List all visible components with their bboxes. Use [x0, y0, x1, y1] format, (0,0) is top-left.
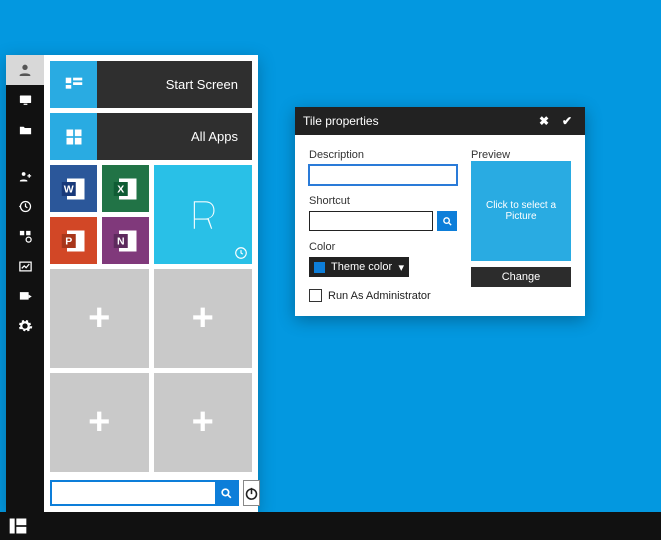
browse-shortcut-button[interactable] — [437, 211, 457, 231]
widgets-gear-icon[interactable] — [6, 221, 44, 251]
tile-readiris[interactable] — [154, 165, 252, 264]
folder-icon[interactable] — [6, 115, 44, 145]
dialog-title: Tile properties — [303, 114, 379, 128]
tiles-area: Start Screen All Apps W X — [44, 55, 258, 512]
preview-hint: Click to select a Picture — [477, 200, 565, 222]
description-field[interactable] — [309, 165, 457, 185]
start-menu: Start Screen All Apps W X — [6, 55, 258, 512]
search-input[interactable] — [52, 482, 215, 504]
run-as-admin-checkbox[interactable] — [309, 289, 322, 302]
user-icon[interactable] — [6, 55, 44, 85]
history-icon[interactable] — [6, 191, 44, 221]
monitor-icon[interactable] — [6, 85, 44, 115]
preview-label: Preview — [471, 149, 571, 161]
confirm-icon[interactable]: ✔ — [557, 111, 577, 131]
svg-text:X: X — [117, 183, 124, 195]
preview-picture[interactable]: Click to select a Picture — [471, 161, 571, 261]
svg-text:W: W — [63, 183, 73, 195]
plus-icon: + — [88, 401, 110, 444]
description-label: Description — [309, 149, 457, 161]
start-screen-icon — [50, 61, 97, 108]
all-apps-icon — [50, 113, 97, 160]
start-rail — [6, 55, 44, 512]
taskbar — [0, 512, 661, 540]
tile-label: Start Screen — [166, 77, 238, 92]
tile-all-apps[interactable]: All Apps — [50, 113, 252, 160]
tile-empty[interactable]: + — [50, 373, 149, 472]
tile-excel[interactable]: X — [102, 165, 149, 212]
chart-icon[interactable] — [6, 251, 44, 281]
run-as-admin-label: Run As Administrator — [328, 290, 431, 302]
tile-empty[interactable]: + — [154, 269, 253, 368]
svg-text:P: P — [65, 235, 72, 247]
search-box[interactable] — [50, 480, 239, 506]
color-swatch — [314, 262, 325, 273]
start-button[interactable] — [8, 516, 28, 536]
tile-powerpoint[interactable]: P — [50, 217, 97, 264]
search-icon[interactable] — [215, 482, 237, 504]
color-label: Color — [309, 241, 457, 253]
run-icon[interactable] — [6, 281, 44, 311]
power-button[interactable] — [243, 480, 260, 506]
plus-icon: + — [88, 297, 110, 340]
tile-empty[interactable]: + — [154, 373, 253, 472]
settings-gear-icon[interactable] — [6, 311, 44, 341]
dialog-titlebar[interactable]: Tile properties ✖ ✔ — [295, 107, 585, 135]
tile-word[interactable]: W — [50, 165, 97, 212]
plus-icon: + — [192, 401, 214, 444]
tile-properties-dialog: Tile properties ✖ ✔ Description Shortcut… — [295, 107, 585, 316]
change-button[interactable]: Change — [471, 267, 571, 287]
tile-start-screen[interactable]: Start Screen — [50, 61, 252, 108]
svg-text:N: N — [116, 235, 124, 247]
user-add-icon[interactable] — [6, 161, 44, 191]
color-select[interactable]: Theme color ▾ — [309, 257, 409, 277]
tile-label: All Apps — [191, 129, 238, 144]
color-value: Theme color — [331, 261, 392, 273]
shortcut-label: Shortcut — [309, 195, 457, 207]
tile-onenote[interactable]: N — [102, 217, 149, 264]
tile-empty[interactable]: + — [50, 269, 149, 368]
chevron-down-icon: ▾ — [398, 261, 404, 274]
plus-icon: + — [192, 297, 214, 340]
shortcut-field[interactable] — [309, 211, 433, 231]
close-icon[interactable]: ✖ — [534, 111, 554, 131]
